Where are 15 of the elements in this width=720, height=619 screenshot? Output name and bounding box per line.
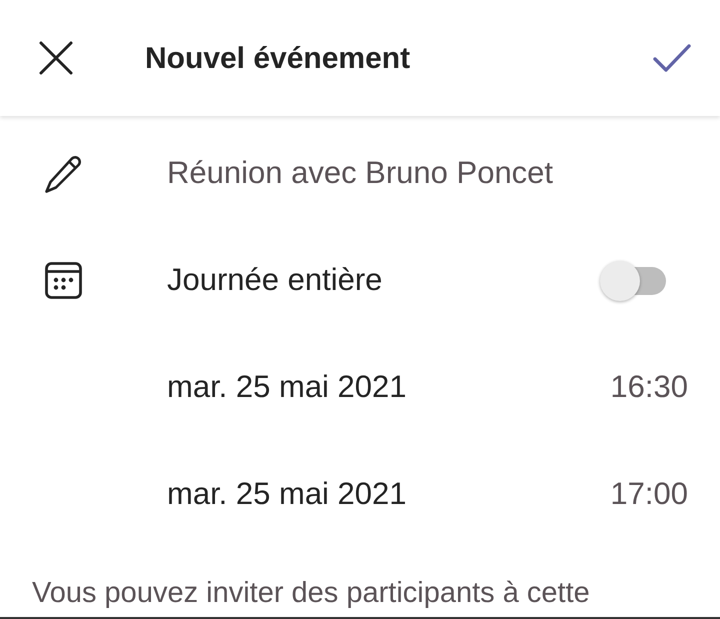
time-picker[interactable]: 17:00 [610,471,688,518]
date-picker[interactable]: mar. 25 mai 2021 [167,364,407,411]
dialog-title: Nouvel événement [145,40,410,76]
close-button[interactable] [39,41,73,75]
all-day-label: Journée entière [167,261,382,300]
calendar-icon [45,262,82,299]
all-day-switch[interactable] [600,260,666,300]
title-field[interactable]: Réunion avec Bruno Poncet [167,150,657,197]
invite-note: Vous pouvez inviter des participants à cette [32,577,590,609]
pencil-icon [44,154,84,194]
checkmark-icon [653,44,691,72]
close-icon [39,41,73,75]
save-button[interactable] [653,44,691,72]
time-picker[interactable]: 16:30 [610,364,688,411]
date-picker[interactable]: mar. 25 mai 2021 [167,471,407,518]
